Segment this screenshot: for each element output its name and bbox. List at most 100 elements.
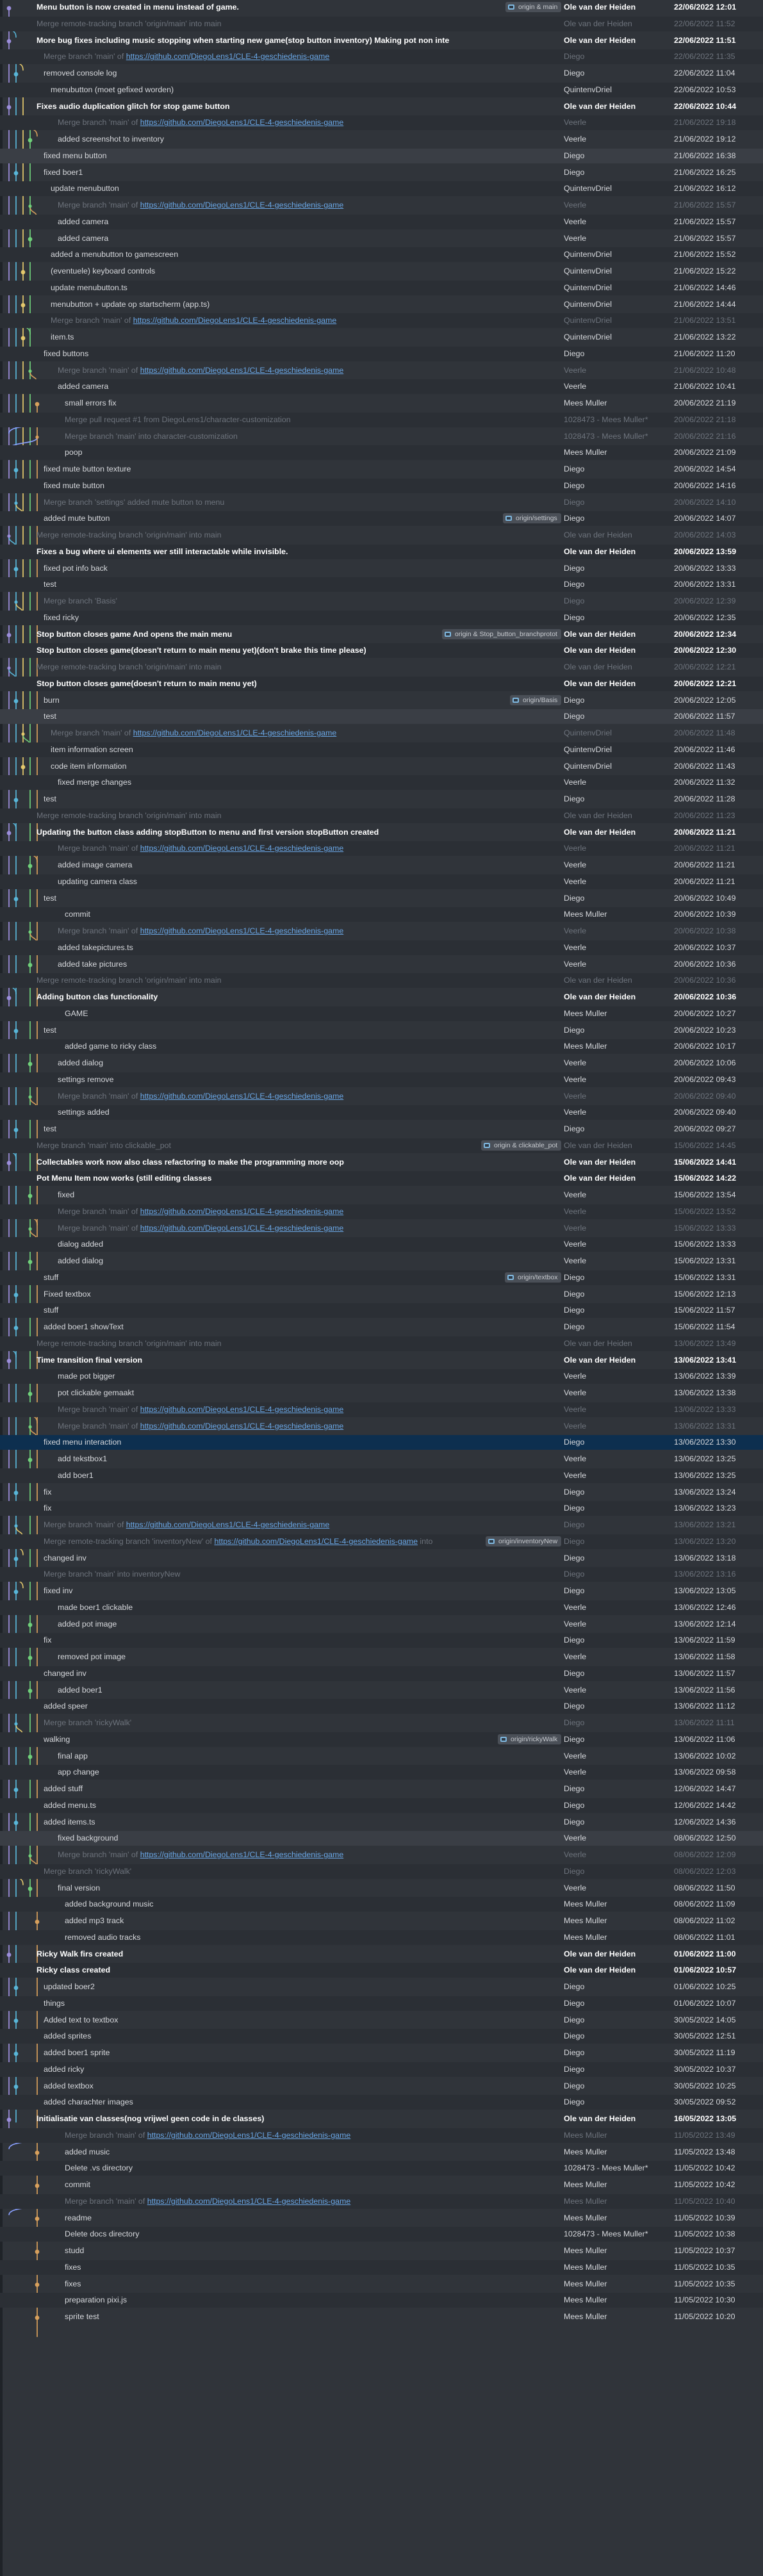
- commit-repo-link[interactable]: https://github.com/DiegoLens1/CLE-4-gesc…: [140, 366, 344, 375]
- commit-row[interactable]: (eventuele) keyboard controls QuintenvDri…: [0, 264, 763, 279]
- commit-row[interactable]: Merge pull request #1 from DiegoLens1/ch…: [0, 412, 763, 427]
- commit-row[interactable]: add tekstbox1 Veerle 13/06/2022 13:25: [0, 1452, 763, 1466]
- commit-row[interactable]: added dialog Veerle 15/06/2022 13:31: [0, 1254, 763, 1268]
- commit-row[interactable]: Merge branch 'main' of https://github.co…: [0, 115, 763, 131]
- commit-list[interactable]: Menu button is now created in menu inste…: [0, 0, 763, 2326]
- commit-row[interactable]: changed inv Diego 13/06/2022 11:57: [0, 1666, 763, 1681]
- commit-repo-link[interactable]: https://github.com/DiegoLens1/CLE-4-gesc…: [140, 1224, 344, 1233]
- commit-row[interactable]: studd Mees Muller 11/05/2022 10:37: [0, 2244, 763, 2258]
- commit-row[interactable]: fixes Mees Muller 11/05/2022 10:35: [0, 2277, 763, 2292]
- commit-row[interactable]: added screenshot to inventory Veerle 21/06…: [0, 132, 763, 147]
- commit-row[interactable]: Merge branch 'main' of https://github.co…: [0, 1089, 763, 1104]
- commit-row[interactable]: Merge branch 'rickyWalk' Diego 08/06/2022 …: [0, 1864, 763, 1879]
- commit-row[interactable]: fixed background Veerle 08/06/2022 12:50: [0, 1831, 763, 1846]
- commit-row[interactable]: updating camera class Veerle 20/06/2022 11…: [0, 874, 763, 889]
- commit-row[interactable]: added mp3 track Mees Muller 08/06/2022 11:…: [0, 1914, 763, 1928]
- commit-row[interactable]: Merge branch 'main' of https://github.co…: [0, 1848, 763, 1862]
- commit-row[interactable]: added sprites Diego 30/05/2022 12:51: [0, 2029, 763, 2044]
- commit-row[interactable]: Delete .vs directory 1028473 - Mees Mulle…: [0, 2161, 763, 2176]
- commit-repo-link[interactable]: https://github.com/DiegoLens1/CLE-4-gesc…: [140, 118, 344, 127]
- commit-row[interactable]: Merge branch 'main' of https://github.co…: [0, 313, 763, 329]
- commit-row[interactable]: removed audio tracks Mees Muller 08/06/202…: [0, 1930, 763, 1945]
- commit-row[interactable]: updated boer2 Diego 01/06/2022 10:25: [0, 1980, 763, 1994]
- commit-row[interactable]: fix Diego 13/06/2022 11:59: [0, 1633, 763, 1648]
- commit-row[interactable]: Merge branch 'main' of https://github.co…: [0, 49, 763, 65]
- commit-row[interactable]: Merge remote-tracking branch 'origin/mai…: [0, 808, 763, 823]
- commit-row[interactable]: test Diego 20/06/2022 11:57: [0, 709, 763, 725]
- commit-row[interactable]: added mute button origin/settings Diego 20/…: [0, 511, 763, 527]
- commit-row[interactable]: Pot Menu Item now works (still editing c…: [0, 1171, 763, 1186]
- commit-row[interactable]: test Diego 20/06/2022 10:49: [0, 891, 763, 906]
- commit-row[interactable]: add boer1 Veerle 13/06/2022 13:25: [0, 1468, 763, 1483]
- commit-row[interactable]: added charachter images Diego 30/05/2022 0…: [0, 2095, 763, 2110]
- commit-row[interactable]: menubutton + update op startscherm (app.…: [0, 297, 763, 312]
- commit-row[interactable]: changed inv Diego 13/06/2022 13:18: [0, 1551, 763, 1566]
- commit-repo-link[interactable]: https://github.com/DiegoLens1/CLE-4-gesc…: [140, 1207, 344, 1216]
- commit-row[interactable]: added a menubutton to gamescreen Quintenv…: [0, 247, 763, 263]
- commit-row[interactable]: added textbox Diego 30/05/2022 10:25: [0, 2079, 763, 2094]
- commit-row[interactable]: test Diego 20/06/2022 09:27: [0, 1122, 763, 1136]
- commit-row[interactable]: made boer1 clickable Veerle 13/06/2022 12:…: [0, 1600, 763, 1615]
- commit-row[interactable]: made pot bigger Veerle 13/06/2022 13:39: [0, 1369, 763, 1384]
- commit-row[interactable]: Stop button closes game And opens the ma…: [0, 627, 763, 642]
- commit-row[interactable]: added pot image Veerle 13/06/2022 12:14: [0, 1617, 763, 1632]
- commit-row[interactable]: added camera Veerle 21/06/2022 15:57: [0, 214, 763, 229]
- commit-repo-link[interactable]: https://github.com/DiegoLens1/CLE-4-gesc…: [140, 1405, 344, 1414]
- commit-row[interactable]: burn origin/Basis Diego 20/06/2022 12:05: [0, 693, 763, 708]
- commit-row[interactable]: Merge branch 'main' of https://github.co…: [0, 363, 763, 378]
- commit-row[interactable]: Fixes a bug where ui elements wer still …: [0, 544, 763, 559]
- commit-row[interactable]: Merge remote-tracking branch 'origin/mai…: [0, 16, 763, 31]
- commit-row[interactable]: Merge branch 'main' of https://github.co…: [0, 2128, 763, 2143]
- commit-repo-link[interactable]: https://github.com/DiegoLens1/CLE-4-gesc…: [140, 844, 344, 853]
- commit-row[interactable]: added camera Veerle 21/06/2022 10:41: [0, 379, 763, 395]
- commit-row[interactable]: Merge branch 'main' of https://github.co…: [0, 1518, 763, 1532]
- commit-row[interactable]: Merge branch 'main' into character-custo…: [0, 429, 763, 444]
- commit-row[interactable]: added camera Veerle 21/06/2022 15:57: [0, 231, 763, 246]
- commit-row[interactable]: fixed inv Diego 13/06/2022 13:05: [0, 1584, 763, 1598]
- commit-row[interactable]: final version Veerle 08/06/2022 11:50: [0, 1881, 763, 1896]
- commit-row[interactable]: stuff origin/textbox Diego 15/06/2022 13:31: [0, 1270, 763, 1285]
- commit-row[interactable]: added speer Diego 13/06/2022 11:12: [0, 1699, 763, 1714]
- commit-row[interactable]: item information screen QuintenvDriel 20/0…: [0, 742, 763, 757]
- commit-row[interactable]: added game to ricky class Mees Muller 20/0…: [0, 1039, 763, 1054]
- commit-row[interactable]: Merge branch 'main' of https://github.co…: [0, 1402, 763, 1417]
- commit-row[interactable]: Merge remote-tracking branch 'origin/mai…: [0, 1336, 763, 1351]
- commit-row[interactable]: removed pot image Veerle 13/06/2022 11:58: [0, 1650, 763, 1664]
- commit-row[interactable]: Merge remote-tracking branch 'origin/mai…: [0, 973, 763, 989]
- commit-row[interactable]: Merge branch 'Basis' Diego 20/06/2022 12:3…: [0, 594, 763, 609]
- commit-row[interactable]: Merge branch 'main' into clickable_pot or…: [0, 1138, 763, 1153]
- commit-row[interactable]: sprite test Mees Muller 11/05/2022 10:20: [0, 2309, 763, 2324]
- commit-row[interactable]: menubutton (moet gefixed worden) Quintenv…: [0, 82, 763, 97]
- commit-row[interactable]: commit Mees Muller 11/05/2022 10:42: [0, 2178, 763, 2192]
- commit-row[interactable]: test Diego 20/06/2022 11:28: [0, 792, 763, 807]
- commit-row[interactable]: Menu button is now created in menu inste…: [0, 0, 763, 15]
- branch-badge[interactable]: origin & clickable_pot: [481, 1140, 562, 1151]
- commit-row[interactable]: code item information QuintenvDriel 20/06/…: [0, 759, 763, 774]
- commit-row[interactable]: things Diego 01/06/2022 10:07: [0, 1996, 763, 2011]
- commit-row[interactable]: Added text to textbox Diego 30/05/2022 14:…: [0, 2013, 763, 2028]
- commit-repo-link[interactable]: https://github.com/DiegoLens1/CLE-4-gesc…: [214, 1537, 418, 1546]
- commit-row[interactable]: added image camera Veerle 20/06/2022 11:21: [0, 858, 763, 873]
- commit-row[interactable]: fixes Mees Muller 11/05/2022 10:35: [0, 2260, 763, 2275]
- commit-row[interactable]: update menubutton.ts QuintenvDriel 21/06/2…: [0, 280, 763, 295]
- commit-row[interactable]: Merge branch 'main' of https://github.co…: [0, 841, 763, 857]
- commit-row[interactable]: fix Diego 13/06/2022 13:23: [0, 1501, 763, 1516]
- commit-row[interactable]: added take pictures Veerle 20/06/2022 10:3…: [0, 957, 763, 972]
- commit-row[interactable]: app change Veerle 13/06/2022 09:58: [0, 1765, 763, 1780]
- commit-row[interactable]: walking origin/rickyWalk Diego 13/06/2022 1…: [0, 1732, 763, 1747]
- branch-badge[interactable]: origin & main: [505, 2, 562, 12]
- branch-badge[interactable]: origin & Stop_button_branchprotot: [442, 628, 561, 639]
- commit-row[interactable]: Collectables work now also class refacto…: [0, 1155, 763, 1170]
- commit-row[interactable]: fixed merge changes Veerle 20/06/2022 11:3…: [0, 775, 763, 791]
- commit-row[interactable]: added items.ts Diego 12/06/2022 14:36: [0, 1815, 763, 1830]
- commit-row[interactable]: test Diego 20/06/2022 10:23: [0, 1023, 763, 1038]
- commit-row[interactable]: update menubutton QuintenvDriel 21/06/2022…: [0, 181, 763, 197]
- commit-row[interactable]: Updating the button class adding stopBut…: [0, 825, 763, 840]
- commit-row[interactable]: GAME Mees Muller 20/06/2022 10:27: [0, 1006, 763, 1021]
- commit-repo-link[interactable]: https://github.com/DiegoLens1/CLE-4-gesc…: [147, 2131, 351, 2140]
- commit-row[interactable]: fixed mute button Diego 20/06/2022 14:16: [0, 478, 763, 493]
- commit-row[interactable]: added dialog Veerle 20/06/2022 10:06: [0, 1056, 763, 1071]
- commit-row[interactable]: Merge remote-tracking branch 'origin/mai…: [0, 528, 763, 543]
- commit-row[interactable]: Ricky class created Ole van der Heiden 01/…: [0, 1963, 763, 1978]
- commit-row[interactable]: Merge branch 'settings' added mute butto…: [0, 495, 763, 510]
